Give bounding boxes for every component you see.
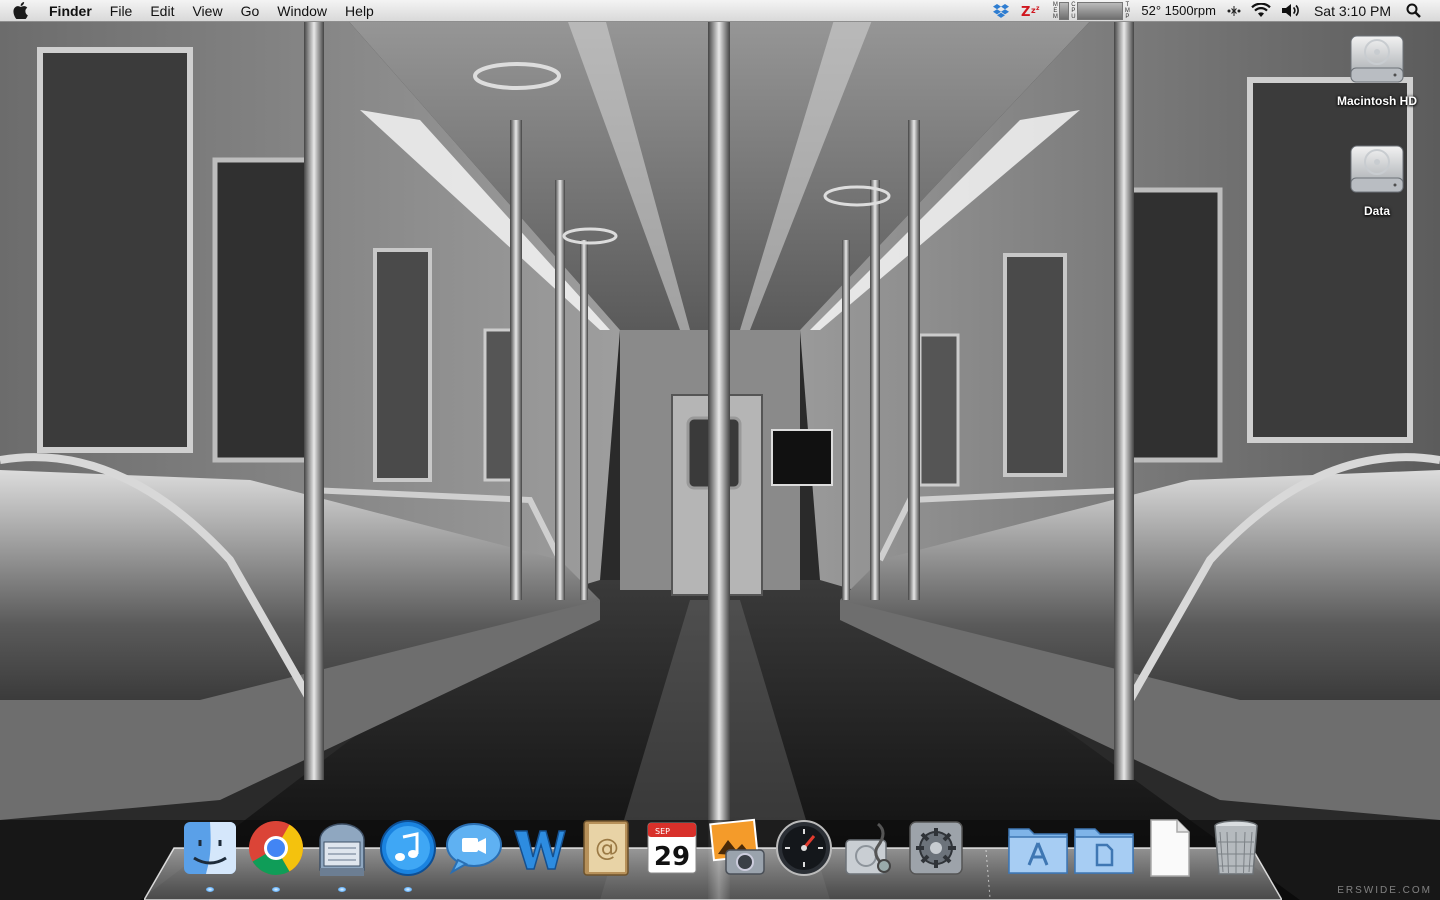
dock-item-chrome[interactable] (244, 816, 308, 892)
apple-menu[interactable] (0, 0, 40, 22)
desktop-icon-macintosh-hd[interactable]: Macintosh HD (1322, 30, 1432, 108)
menu-finder[interactable]: Finder (40, 0, 101, 22)
desktop-wallpaper (0, 0, 1440, 900)
documents-folder-icon (1074, 828, 1134, 874)
document-icon (1150, 819, 1190, 877)
iphoto-icon (709, 818, 765, 875)
dock-item-ichat[interactable] (442, 816, 506, 880)
dashboard-icon (776, 820, 832, 876)
mailbox-icon (319, 823, 365, 876)
calendar-month: SEP (655, 827, 670, 836)
hard-drive-icon (1350, 35, 1404, 83)
chrome-icon (249, 821, 303, 876)
menu-file[interactable]: File (101, 0, 142, 22)
hard-drive-icon (1350, 145, 1404, 193)
bluetooth-dots-icon[interactable] (1227, 0, 1241, 22)
volume-icon[interactable] (1281, 0, 1301, 22)
dock-item-iphoto[interactable] (706, 816, 770, 880)
disk-utility-icon (845, 822, 891, 875)
wifi-icon[interactable] (1251, 0, 1271, 22)
dock-item-documents-folder[interactable] (1072, 816, 1136, 880)
dropbox-icon[interactable] (992, 0, 1010, 22)
dock-item-word[interactable] (508, 816, 572, 880)
running-indicator (272, 887, 280, 892)
svg-text:z: z (1036, 5, 1040, 12)
desktop-icon-data[interactable]: Data (1322, 140, 1432, 218)
wallpaper-watermark: ERSWIDE.COM (1337, 885, 1432, 896)
ichat-icon (446, 823, 502, 875)
mem-meter-label: MEM (1052, 1, 1058, 20)
desktop-icon-label: Data (1363, 204, 1390, 218)
cpu-meter-label: CPU (1071, 1, 1076, 20)
menu-view[interactable]: View (183, 0, 231, 22)
temperature-fan-readout[interactable]: 52° 1500rpm (1141, 3, 1216, 18)
menu-window[interactable]: Window (268, 0, 336, 22)
finder-icon (184, 822, 236, 874)
menu-bar-status: Z z z MEM CPU TMP 52° 1500rpm Sat 3:10 P… (987, 0, 1440, 22)
svg-text:Z: Z (1021, 5, 1030, 19)
desktop-icon-label: Macintosh HD (1336, 94, 1417, 108)
dock-item-dashboard[interactable] (772, 816, 836, 880)
apple-icon (12, 2, 28, 19)
calendar-day: 29 (654, 842, 690, 872)
dock-item-disk-utility[interactable] (838, 816, 902, 880)
dock-item-system-preferences[interactable] (904, 816, 968, 880)
menu-bar-left: Finder File Edit View Go Window Help (0, 0, 383, 22)
dock-item-ical[interactable]: SEP 29 (640, 816, 704, 880)
menu-bar: Finder File Edit View Go Window Help Z z… (0, 0, 1440, 22)
dock-item-document-stack[interactable] (1138, 816, 1202, 880)
spotlight-search-icon[interactable] (1406, 0, 1421, 22)
mem-meter (1059, 1, 1070, 20)
system-meters[interactable]: MEM CPU TMP (1052, 0, 1130, 22)
sleep-zzz-icon[interactable]: Z z z (1020, 0, 1042, 22)
tmp-meter-label: TMP (1124, 1, 1130, 20)
menu-edit[interactable]: Edit (141, 0, 183, 22)
word-icon (513, 830, 566, 870)
dock-item-itunes[interactable] (376, 816, 440, 892)
dock-item-address-book[interactable]: @ (574, 816, 638, 880)
svg-text:@: @ (595, 834, 619, 862)
system-preferences-icon (909, 821, 963, 875)
menu-help[interactable]: Help (336, 0, 383, 22)
dock-item-trash[interactable] (1204, 816, 1268, 880)
calendar-icon: SEP 29 (647, 822, 697, 874)
running-indicator (206, 887, 214, 892)
running-indicator (404, 887, 412, 892)
menu-clock[interactable]: Sat 3:10 PM (1314, 3, 1391, 19)
menu-go[interactable]: Go (232, 0, 269, 22)
dock-item-finder[interactable] (178, 816, 242, 892)
cpu-meter (1077, 1, 1124, 20)
dock-item-mail[interactable] (310, 816, 374, 892)
running-indicator (338, 887, 346, 892)
itunes-icon (380, 820, 436, 876)
applications-folder-icon (1008, 828, 1068, 874)
trash-icon (1214, 820, 1258, 875)
dock-item-applications-folder[interactable] (1006, 816, 1070, 880)
address-book-icon: @ (583, 820, 629, 876)
dock: @ SEP 29 (178, 816, 1270, 892)
